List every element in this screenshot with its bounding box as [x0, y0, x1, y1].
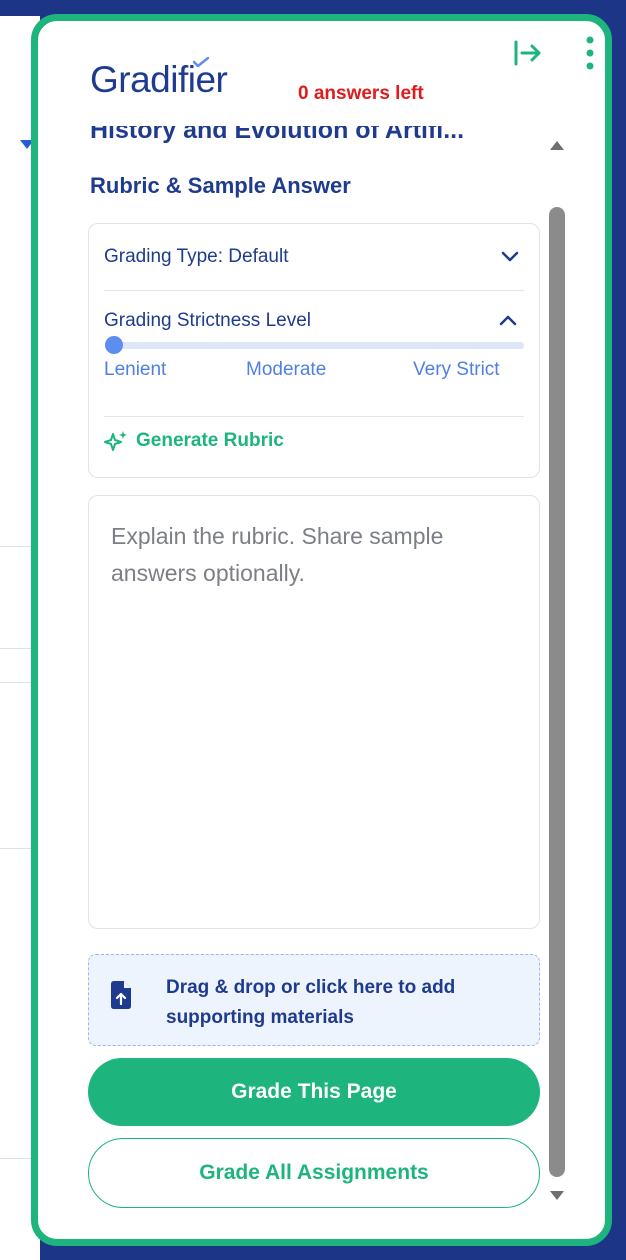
answers-left-badge: 0 answers left [298, 83, 424, 104]
assignment-title: History and Evolution of Artifi... [90, 116, 465, 144]
scroll-down-arrow-icon[interactable] [550, 1191, 564, 1200]
generate-rubric-label: Generate Rubric [136, 430, 284, 451]
file-upload-icon [111, 981, 131, 1009]
gradifier-panel: Gradifier 0 answers left History and Evo… [31, 14, 612, 1246]
level-moderate[interactable]: Moderate [246, 359, 326, 381]
grade-this-page-button[interactable]: Grade This Page [88, 1058, 540, 1126]
section-title: Rubric & Sample Answer [90, 173, 351, 198]
rubric-input[interactable] [88, 495, 540, 929]
strictness-label: Grading Strictness Level [104, 310, 311, 331]
level-lenient[interactable]: Lenient [104, 359, 166, 381]
grade-all-assignments-button[interactable]: Grade All Assignments [88, 1138, 540, 1208]
collapse-panel-icon[interactable] [513, 39, 543, 67]
scrollbar-thumb[interactable] [549, 207, 565, 1177]
divider [104, 290, 524, 291]
supporting-materials-dropzone[interactable]: Drag & drop or click here to add support… [88, 954, 540, 1046]
dropzone-text: Drag & drop or click here to add support… [166, 977, 456, 1028]
grading-type-dropdown[interactable]: Grading Type: Default [104, 246, 288, 268]
generate-rubric-button[interactable]: Generate Rubric [104, 430, 284, 452]
panel-scroll-area[interactable]: History and Evolution of Artifi... Rubri… [38, 116, 558, 1239]
chevron-up-icon[interactable] [498, 313, 518, 327]
strictness-slider-thumb[interactable] [105, 336, 123, 354]
sparkle-icon [104, 431, 127, 451]
strictness-slider-track[interactable] [109, 342, 524, 349]
more-menu-icon[interactable] [583, 35, 597, 75]
chevron-down-icon[interactable] [500, 250, 520, 264]
logo-check-icon [193, 57, 209, 67]
scroll-up-arrow-icon[interactable] [550, 141, 564, 150]
grading-settings-card: Grading Type: Default Grading Strictness… [88, 223, 540, 478]
divider [104, 416, 524, 417]
level-very-strict[interactable]: Very Strict [413, 359, 500, 381]
